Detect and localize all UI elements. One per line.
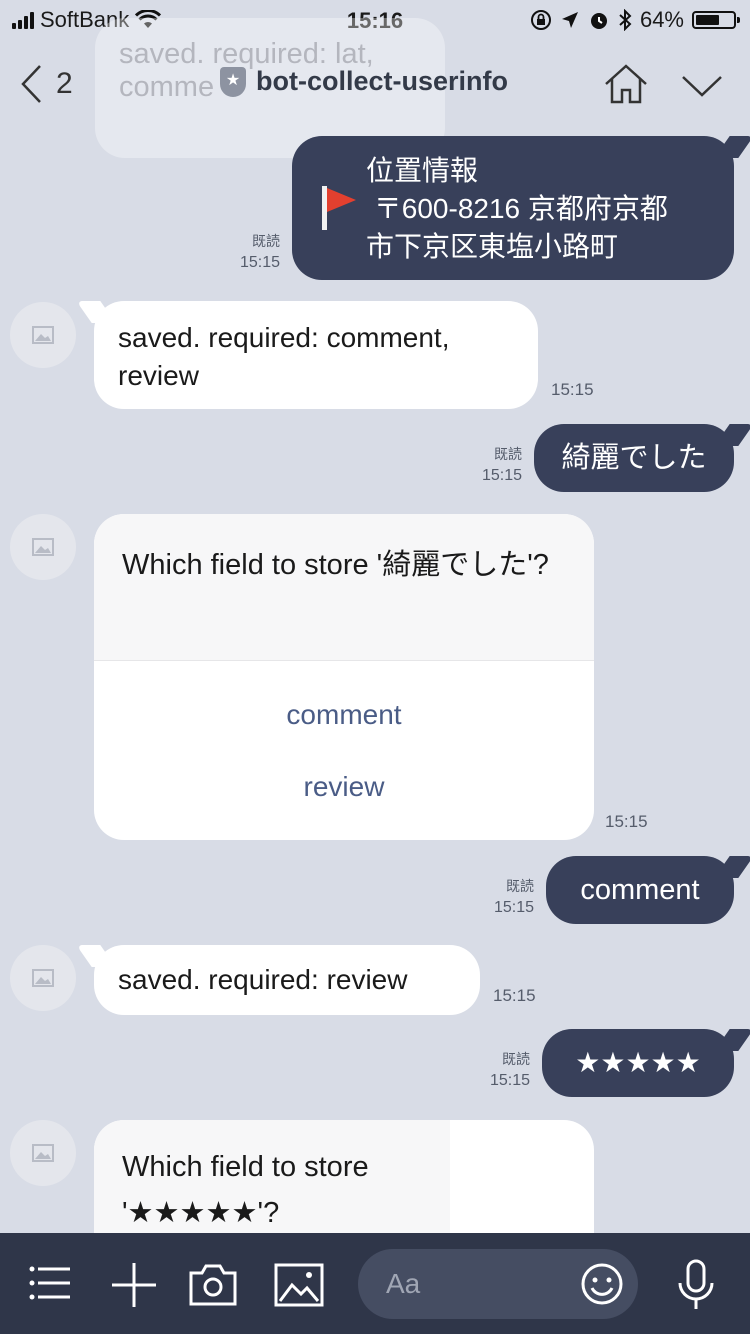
message-input[interactable]: Aa — [358, 1249, 638, 1319]
message-time: 15:15 — [493, 899, 534, 916]
message-text: 綺麗でした — [561, 442, 707, 474]
bot-avatar[interactable] — [10, 302, 76, 368]
image-icon[interactable] — [274, 1263, 324, 1307]
divider — [94, 660, 594, 661]
location-address-line2: 市下京区東塩小路町 — [366, 231, 619, 262]
message-time: 15:15 — [493, 986, 536, 1005]
read-receipt: 既読 — [502, 1051, 530, 1067]
read-receipt: 既読 — [494, 446, 522, 462]
location-icon — [561, 12, 578, 28]
bot-avatar[interactable] — [10, 514, 76, 580]
alarm-icon — [590, 13, 607, 29]
image-placeholder-icon — [32, 1144, 54, 1162]
battery-percent: 64% — [639, 7, 684, 32]
flag-icon — [322, 186, 356, 230]
bot-avatar[interactable] — [10, 945, 76, 1011]
message-meta: 既読 15:15 — [482, 443, 522, 487]
message-time: 15:15 — [551, 380, 594, 399]
input-placeholder: Aa — [386, 1268, 421, 1299]
location-title: 位置情報 — [366, 155, 479, 186]
image-placeholder-icon — [32, 538, 54, 556]
bot-avatar[interactable] — [10, 1120, 76, 1186]
message-time: 15:15 — [489, 1072, 530, 1089]
message-meta: 既読 15:15 — [494, 875, 534, 919]
option-comment-button[interactable]: comment — [94, 697, 594, 733]
message-time: 15:15 — [605, 812, 648, 831]
orientation-lock-icon — [530, 10, 551, 30]
bot-message: saved. required: comment, review — [94, 301, 538, 409]
image-placeholder-icon — [32, 326, 54, 344]
user-message[interactable]: comment — [546, 856, 734, 924]
chat-title: bot-collect-userinfo — [256, 66, 509, 96]
camera-icon[interactable] — [188, 1263, 238, 1307]
microphone-icon[interactable] — [676, 1259, 716, 1311]
message-time: 15:15 — [481, 467, 522, 484]
message-time: 15:15 — [239, 254, 280, 271]
card-question: Which field to store '綺麗でした'? — [94, 514, 594, 660]
home-icon[interactable] — [602, 62, 650, 106]
emoji-icon[interactable] — [580, 1262, 624, 1306]
read-receipt: 既読 — [506, 878, 534, 894]
message-text: comment — [580, 874, 700, 906]
quick-reply-card: Which field to store '綺麗でした'? comment re… — [94, 514, 594, 840]
image-placeholder-icon — [32, 969, 54, 987]
message-text: saved. required: comment, review — [118, 322, 450, 391]
bot-message: saved. required: review — [94, 945, 480, 1015]
location-address-line1: 〒600-8216 京都府京都 — [366, 193, 668, 224]
menu-icon[interactable] — [28, 1265, 72, 1301]
user-message[interactable]: 綺麗でした — [534, 424, 734, 492]
battery-icon — [692, 11, 740, 29]
plus-icon[interactable] — [110, 1261, 158, 1309]
chevron-left-icon — [21, 65, 41, 103]
location-message[interactable]: 位置情報 〒600-8216 京都府京都 市下京区東塩小路町 — [292, 136, 734, 280]
input-toolbar: Aa — [0, 1233, 750, 1334]
chevron-down-icon[interactable] — [680, 74, 724, 98]
message-meta: 既読 15:15 — [490, 1048, 530, 1092]
chat-header: saved. required: lat, comme 2 ★ bot-coll… — [0, 18, 750, 158]
option-review-button[interactable]: review — [94, 769, 594, 805]
message-text: ★★★★★ — [575, 1047, 701, 1078]
bluetooth-icon — [619, 9, 632, 31]
unread-count: 2 — [56, 67, 73, 100]
message-meta: 既読 15:15 — [240, 230, 280, 274]
official-account-shield-icon: ★ — [220, 66, 246, 97]
read-receipt: 既読 — [252, 233, 280, 249]
user-message[interactable]: ★★★★★ — [542, 1029, 734, 1097]
back-button[interactable]: 2 — [20, 64, 73, 104]
message-text: saved. required: review — [118, 964, 408, 995]
